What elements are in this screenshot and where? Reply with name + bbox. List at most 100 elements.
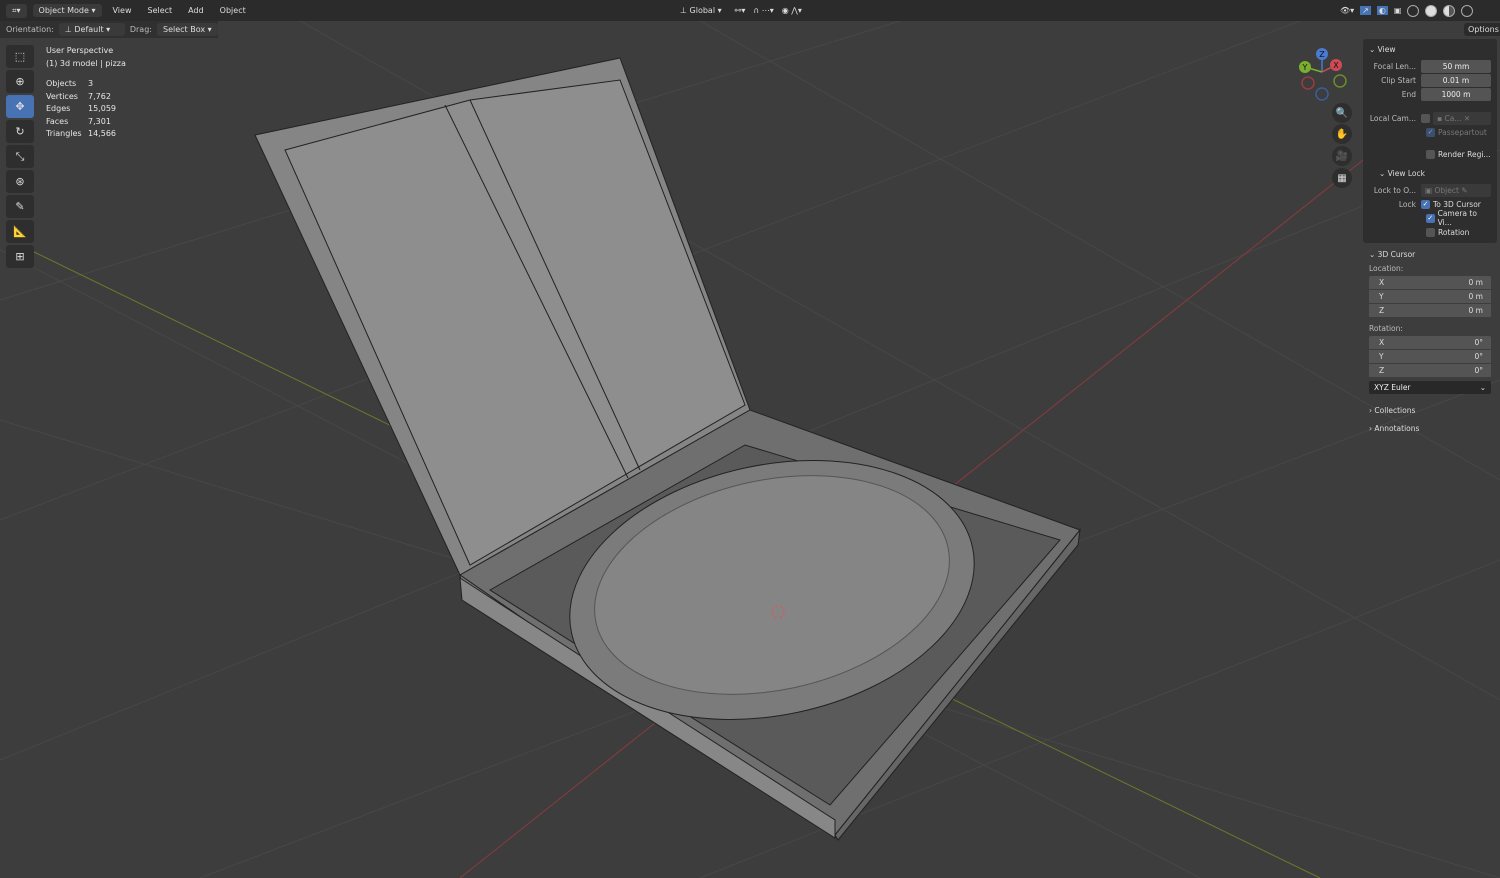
measure-tool-icon[interactable]: 📐 [6,220,34,243]
axis-label: Y [1379,292,1384,301]
3d-cursor-panel: ⌄ 3D Cursor Location: X 0 m Y 0 m Z 0 m Rot… [1363,246,1497,435]
transform-orientation-dropdown[interactable]: ⊥ Global ▾ [675,4,727,17]
zoom-icon[interactable]: 🔍 [1332,103,1352,123]
perspective-toggle-icon[interactable]: ▦ [1332,168,1352,188]
view-panel-title: View [1377,45,1396,54]
stat-label: Faces [46,116,69,126]
lock-to-object-field[interactable]: ▣ Object ✎ [1421,183,1491,197]
rotation-label: Rotation: [1369,324,1403,333]
cursor-tool-icon[interactable]: ⊕ [6,70,34,93]
sidebar-n-panel: ⌄ View Focal Len... 50 mm Clip Start 0.01 … [1363,39,1497,464]
stat-value: 7,762 [88,91,111,101]
3d-cursor-header[interactable]: ⌄ 3D Cursor [1369,250,1491,259]
stat-label: Triangles [46,129,82,138]
stat-value: 3 [88,79,94,88]
orientation-value: Default [74,25,104,34]
axis-value: 0° [1474,352,1483,361]
stat-label: Objects [46,79,77,88]
view-lock-title: View Lock [1387,169,1425,178]
drag-dropdown[interactable]: Select Box ▾ [156,23,218,36]
annotate-tool-icon[interactable]: ✎ [6,195,34,218]
lock-to-object-placeholder: Object [1434,185,1459,195]
gizmo-x-label: X [1333,61,1339,70]
rendered-shading-icon[interactable] [1461,4,1474,17]
passepartout-label: Passepartout [1438,127,1487,137]
pan-hand-icon[interactable]: ✋ [1332,124,1352,144]
axis-label: Z [1379,366,1385,375]
location-z-field[interactable]: Z 0 m [1369,304,1491,318]
focal-length-field[interactable]: 50 mm [1421,59,1491,73]
proportional-edit-icon[interactable]: ◉ ⋀▾ [782,6,802,15]
location-vector: X 0 m Y 0 m Z 0 m [1369,276,1491,318]
mode-dropdown[interactable]: Object Mode ▾ [32,4,102,17]
visibility-icon[interactable]: 👁▾ [1340,6,1354,15]
rotation-z-field[interactable]: Z 0° [1369,364,1491,378]
camera-to-view-label: Camera to Vi... [1437,209,1477,227]
3d-viewport[interactable] [0,21,1500,878]
material-shading-icon[interactable] [1443,4,1456,17]
move-tool-icon[interactable]: ✥ [6,95,34,118]
pizza-box-model [254,57,1081,841]
clip-start-field[interactable]: 0.01 m [1421,73,1491,87]
overlay-toggle-icon[interactable]: ◐ [1376,6,1388,15]
local-camera-checkbox[interactable] [1421,113,1430,123]
solid-shading-icon[interactable] [1425,4,1438,17]
clip-start-label: Clip Start [1381,75,1416,85]
add-cube-tool-icon[interactable]: ⊞ [6,245,34,268]
menu-object[interactable]: Object [215,4,251,17]
mode-label: Object Mode [38,6,89,15]
view-panel-header[interactable]: ⌄ View [1369,45,1491,54]
editor-type-button[interactable]: ⌗▾ [6,3,27,18]
rotation-x-field[interactable]: X 0° [1369,336,1491,350]
annotations-panel-header[interactable]: › Annotations [1369,424,1491,433]
menu-view[interactable]: View [108,4,137,17]
clip-end-field[interactable]: 1000 m [1421,87,1491,101]
focal-length-label: Focal Len... [1373,61,1416,71]
render-region-checkbox[interactable] [1426,149,1435,159]
rotation-y-field[interactable]: Y 0° [1369,350,1491,364]
gizmo-toggle-icon[interactable]: ↗ [1360,6,1371,15]
active-object-label: (1) 3d model | pizza [46,58,126,68]
view-lock-header[interactable]: ⌄ View Lock [1379,169,1491,178]
local-camera-value: Ca... [1444,113,1462,123]
axis-value: 0 m [1468,278,1483,287]
local-camera-field[interactable]: ▪ Ca... ✕ [1433,111,1491,125]
rotation-mode-value: XYZ Euler [1374,383,1411,392]
annotations-title: Annotations [1374,424,1420,433]
passepartout-checkbox[interactable]: ✓ [1426,127,1435,137]
orientation-dropdown[interactable]: ⊥ Default ▾ [58,23,125,36]
drag-label: Drag: [129,25,152,34]
select-box-tool-icon[interactable]: ⬚ [6,45,34,68]
transform-tool-icon[interactable]: ⊛ [6,170,34,193]
lock-rotation-checkbox[interactable] [1426,227,1435,237]
rotation-mode-dropdown[interactable]: XYZ Euler ⌄ [1369,381,1491,394]
toolbar: ⬚ ⊕ ✥ ↻ ⤡ ⊛ ✎ 📐 ⊞ [6,45,34,268]
local-camera-label: Local Cam... [1369,113,1416,123]
location-label: Location: [1369,264,1404,273]
menu-select[interactable]: Select [142,4,177,17]
collections-title: Collections [1374,406,1416,415]
to-3d-cursor-checkbox[interactable]: ✓ [1421,199,1430,209]
rotation-vector: X 0° Y 0° Z 0° [1369,336,1491,378]
camera-view-icon[interactable]: 🎥 [1332,146,1352,166]
gizmo-z-label: Z [1319,50,1325,59]
menu-add[interactable]: Add [183,4,209,17]
pivot-icon[interactable]: ⚯▾ [735,6,746,15]
scale-tool-icon[interactable]: ⤡ [6,145,34,168]
collections-panel-header[interactable]: › Collections [1369,406,1491,415]
viewport-info-overlay: User Perspective (1) 3d model | pizza Ob… [46,45,126,141]
snap-icon[interactable]: ∩ ⋯▾ [753,6,773,15]
rotate-tool-icon[interactable]: ↻ [6,120,34,143]
axis-value: 0 m [1468,292,1483,301]
options-button[interactable]: Options [1464,23,1500,36]
axis-value: 0° [1474,338,1483,347]
viewport-shading-controls: 👁▾ ↗ ◐ ▣ [1340,4,1474,17]
location-y-field[interactable]: Y 0 m [1369,290,1491,304]
xray-icon[interactable]: ▣ [1394,6,1402,15]
axis-label: X [1379,278,1385,287]
wireframe-shading-icon[interactable] [1407,4,1420,17]
location-x-field[interactable]: X 0 m [1369,276,1491,290]
camera-to-view-checkbox[interactable]: ✓ [1426,213,1435,223]
navigation-gizmo[interactable]: Z X Y [1296,44,1352,102]
scene-statistics: Objects 3 Vertices 7,762 Edges 15,059 Faces… [46,78,126,141]
